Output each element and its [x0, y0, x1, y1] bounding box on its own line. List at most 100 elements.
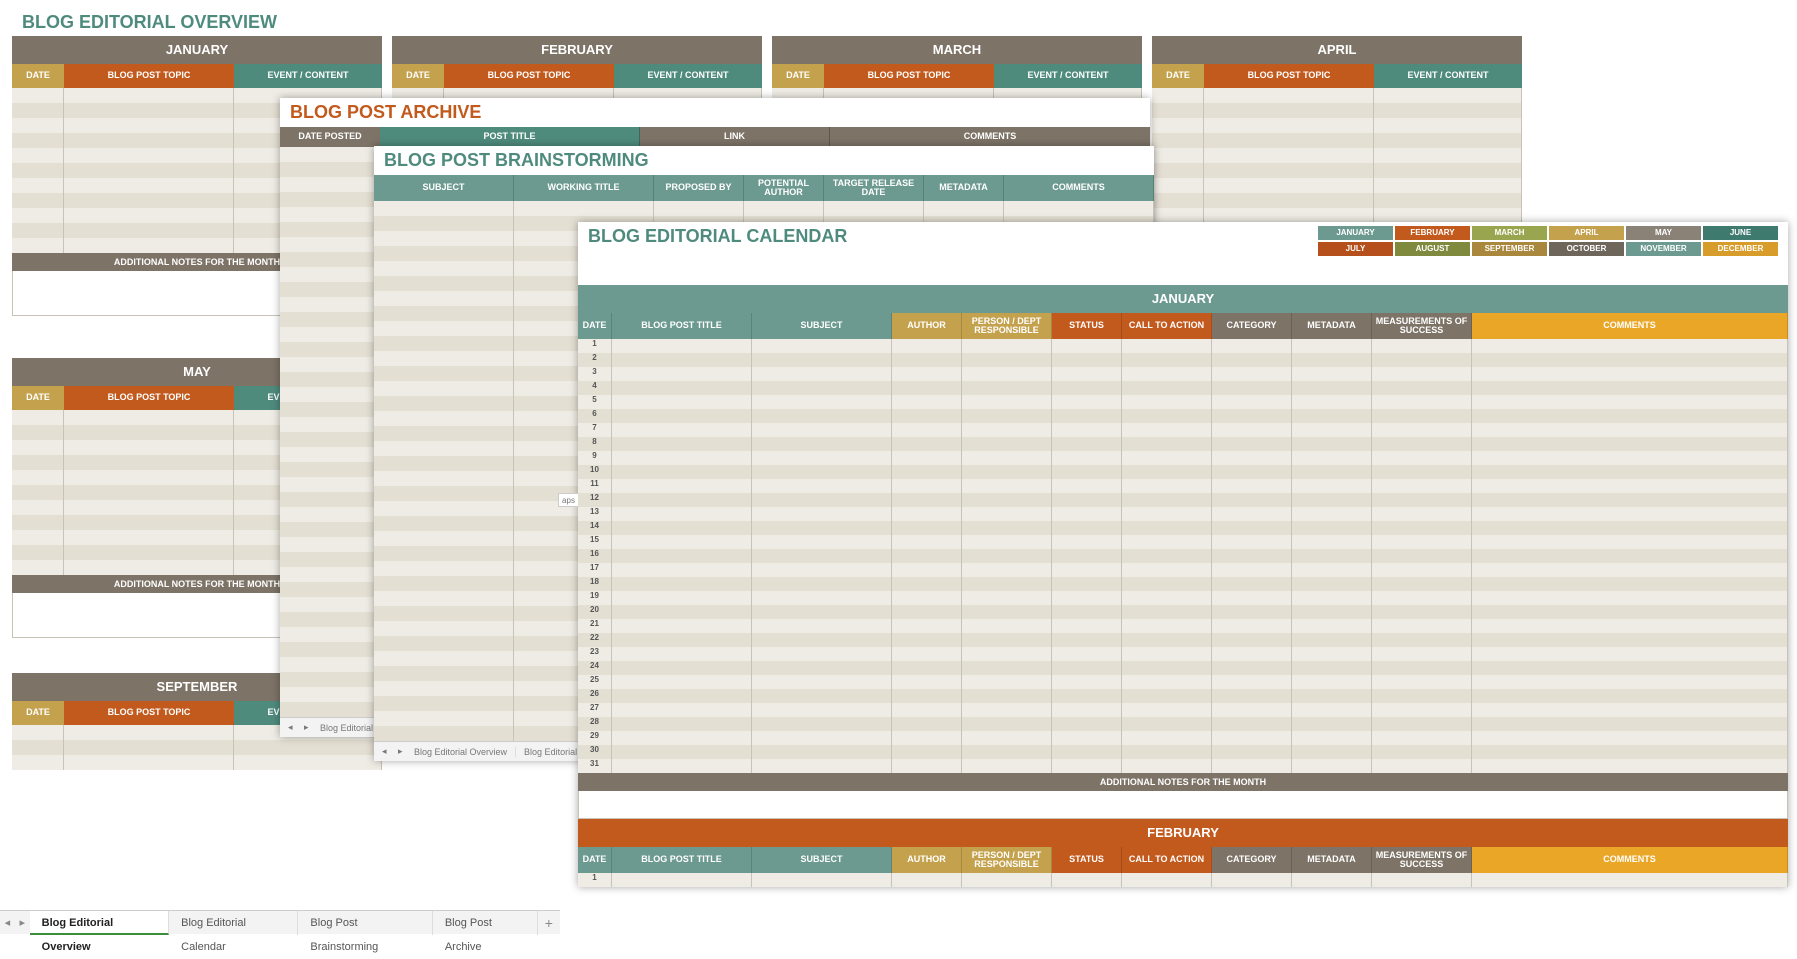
- month-tab-june[interactable]: JUNE: [1703, 226, 1778, 240]
- col-comments: COMMENTS: [1004, 175, 1154, 201]
- table-row[interactable]: [374, 201, 1154, 216]
- sheet-tab-archive[interactable]: Blog Post Archive: [433, 911, 538, 935]
- col-metadata: METADATA: [924, 175, 1004, 201]
- table-row[interactable]: [1152, 178, 1522, 193]
- calendar-row[interactable]: 22: [578, 633, 1788, 647]
- calendar-row[interactable]: 2: [578, 353, 1788, 367]
- calendar-row[interactable]: 30: [578, 745, 1788, 759]
- calendar-row[interactable]: 20: [578, 605, 1788, 619]
- sheet-tab-calendar[interactable]: Blog Editorial Calendar: [169, 911, 298, 935]
- month-tab-may[interactable]: MAY: [1626, 226, 1701, 240]
- col-date: DATE: [12, 386, 64, 410]
- col-subject: SUBJECT: [752, 313, 892, 339]
- tab-nav-prev-icon[interactable]: ◂: [0, 916, 15, 929]
- calendar-row[interactable]: 1: [578, 339, 1788, 353]
- calendar-row[interactable]: 23: [578, 647, 1788, 661]
- month-tab-september[interactable]: SEPTEMBER: [1472, 242, 1547, 256]
- col-date: DATE: [392, 64, 444, 88]
- table-row[interactable]: [1152, 148, 1522, 163]
- col-cta: CALL TO ACTION: [1122, 847, 1212, 873]
- col-working-title: WORKING TITLE: [514, 175, 654, 201]
- calendar-row[interactable]: 28: [578, 717, 1788, 731]
- calendar-row[interactable]: 9: [578, 451, 1788, 465]
- table-row[interactable]: [1152, 103, 1522, 118]
- calendar-notes-area[interactable]: [578, 791, 1788, 819]
- col-comments: COMMENTS: [1472, 313, 1788, 339]
- calendar-row[interactable]: 12: [578, 493, 1788, 507]
- calendar-row[interactable]: 27: [578, 703, 1788, 717]
- month-tab-january[interactable]: JANUARY: [1318, 226, 1393, 240]
- col-category: CATEGORY: [1212, 847, 1292, 873]
- col-topic: BLOG POST TOPIC: [444, 64, 614, 88]
- month-title: APRIL: [1152, 36, 1522, 64]
- month-tab-october[interactable]: OCTOBER: [1549, 242, 1624, 256]
- month-tab-april[interactable]: APRIL: [1549, 226, 1624, 240]
- calendar-row[interactable]: 29: [578, 731, 1788, 745]
- calendar-row[interactable]: 19: [578, 591, 1788, 605]
- month-title: FEBRUARY: [392, 36, 762, 64]
- calendar-notes: ADDITIONAL NOTES FOR THE MONTH: [578, 773, 1788, 791]
- col-topic: BLOG POST TOPIC: [1204, 64, 1374, 88]
- calendar-month-header-feb: FEBRUARY: [578, 819, 1788, 847]
- calendar-row[interactable]: 16: [578, 549, 1788, 563]
- mini-tab[interactable]: Blog Editorial Overview: [406, 747, 516, 757]
- col-title: BLOG POST TITLE: [612, 847, 752, 873]
- table-row[interactable]: [12, 755, 382, 770]
- calendar-row[interactable]: 10: [578, 465, 1788, 479]
- table-row[interactable]: [1152, 208, 1522, 223]
- tab-nav-next-icon[interactable]: ▸: [15, 916, 30, 929]
- table-row[interactable]: [12, 740, 382, 755]
- calendar-row[interactable]: 8: [578, 437, 1788, 451]
- sheet-tab-brainstorm[interactable]: Blog Post Brainstorming: [298, 911, 432, 935]
- calendar-row[interactable]: 6: [578, 409, 1788, 423]
- calendar-row[interactable]: 11: [578, 479, 1788, 493]
- month-tab-march[interactable]: MARCH: [1472, 226, 1547, 240]
- tab-nav-prev-icon[interactable]: ◂: [280, 722, 296, 733]
- tab-nav-next-icon[interactable]: ▸: [296, 722, 312, 733]
- calendar-row[interactable]: 26: [578, 689, 1788, 703]
- table-row[interactable]: [1152, 163, 1522, 178]
- col-date: DATE: [578, 847, 612, 873]
- calendar-row[interactable]: 18: [578, 577, 1788, 591]
- month-tab-july[interactable]: JULY: [1318, 242, 1393, 256]
- month-tab-august[interactable]: AUGUST: [1395, 242, 1470, 256]
- month-tab-february[interactable]: FEBRUARY: [1395, 226, 1470, 240]
- overview-sheet: BLOG EDITORIAL OVERVIEW JANUARYDATEBLOG …: [12, 8, 1532, 37]
- table-row[interactable]: [1152, 88, 1522, 103]
- col-post-title: POST TITLE: [380, 127, 640, 147]
- calendar-row[interactable]: 17: [578, 563, 1788, 577]
- col-event: EVENT / CONTENT: [1374, 64, 1522, 88]
- calendar-row[interactable]: 25: [578, 675, 1788, 689]
- calendar-row[interactable]: 3: [578, 367, 1788, 381]
- aps-tag: aps: [558, 493, 578, 507]
- calendar-row[interactable]: 14: [578, 521, 1788, 535]
- brainstorm-title: BLOG POST BRAINSTORMING: [374, 146, 1154, 175]
- month-title: JANUARY: [12, 36, 382, 64]
- calendar-row[interactable]: 13: [578, 507, 1788, 521]
- calendar-row[interactable]: 5: [578, 395, 1788, 409]
- col-topic: BLOG POST TOPIC: [824, 64, 994, 88]
- col-measurements: MEASUREMENTS OF SUCCESS: [1372, 847, 1472, 873]
- table-row[interactable]: [1152, 193, 1522, 208]
- calendar-row[interactable]: 24: [578, 661, 1788, 675]
- col-subject: SUBJECT: [374, 175, 514, 201]
- month-tab-grid: JANUARYFEBRUARYMARCHAPRILMAYJUNE JULYAUGU…: [1318, 226, 1778, 258]
- month-tab-november[interactable]: NOVEMBER: [1626, 242, 1701, 256]
- sheet-tab-overview[interactable]: Blog Editorial Overview: [30, 911, 169, 935]
- table-row[interactable]: [1152, 133, 1522, 148]
- calendar-row[interactable]: 21: [578, 619, 1788, 633]
- tab-nav-prev-icon[interactable]: ◂: [374, 746, 390, 757]
- calendar-row[interactable]: 4: [578, 381, 1788, 395]
- add-sheet-icon[interactable]: +: [538, 915, 560, 931]
- calendar-row[interactable]: 7: [578, 423, 1788, 437]
- table-row[interactable]: [1152, 118, 1522, 133]
- col-date-posted: DATE POSTED: [280, 127, 380, 147]
- col-topic: BLOG POST TOPIC: [64, 386, 234, 410]
- month-tab-december[interactable]: DECEMBER: [1703, 242, 1778, 256]
- calendar-row[interactable]: 31: [578, 759, 1788, 773]
- col-event: EVENT / CONTENT: [994, 64, 1142, 88]
- tab-nav-next-icon[interactable]: ▸: [390, 746, 406, 757]
- calendar-row[interactable]: 1: [578, 873, 1788, 887]
- col-date: DATE: [12, 64, 64, 88]
- calendar-row[interactable]: 15: [578, 535, 1788, 549]
